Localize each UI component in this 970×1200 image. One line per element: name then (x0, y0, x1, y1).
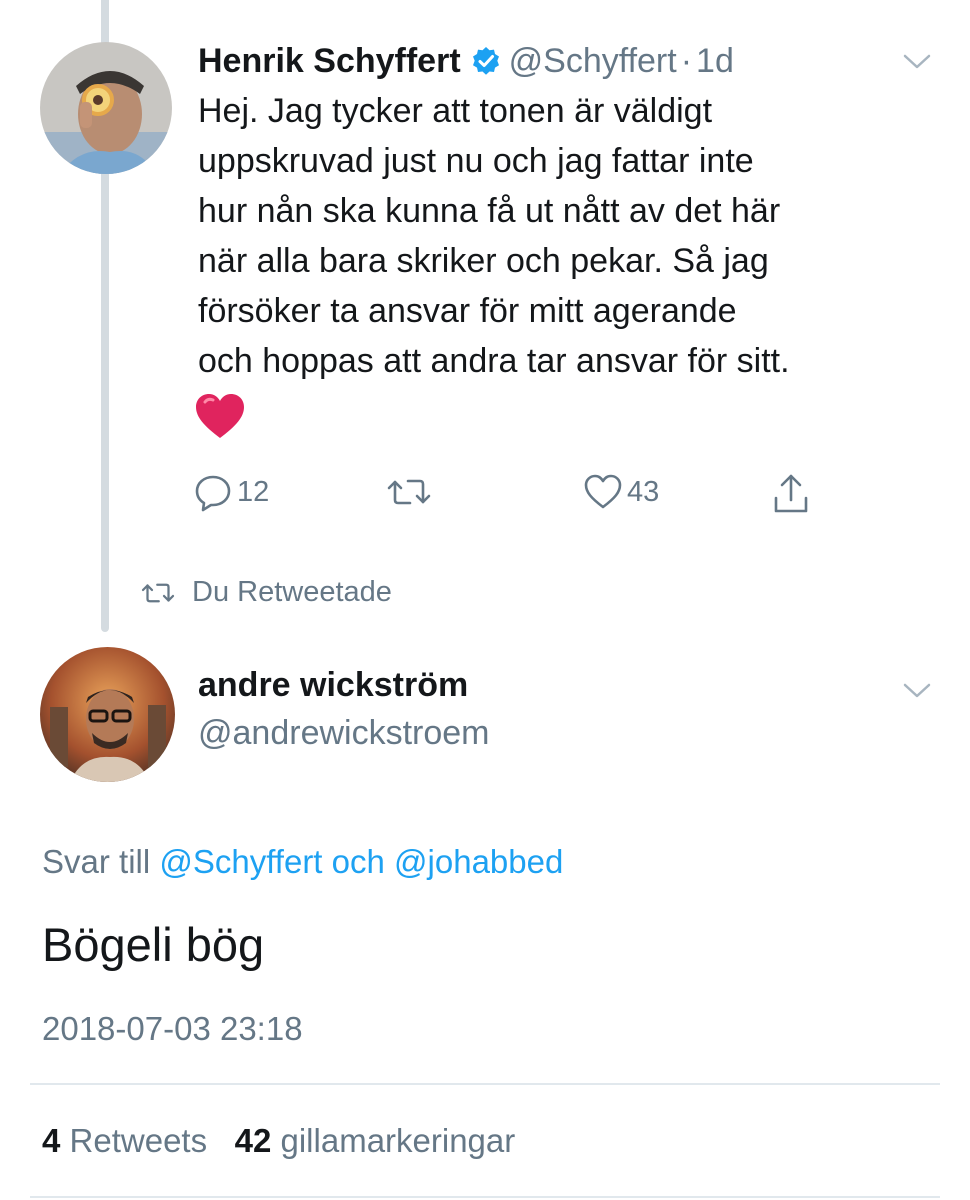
tweet1-author-name[interactable]: Henrik Schyffert (198, 42, 461, 81)
chevron-down-icon[interactable] (902, 52, 932, 72)
mention-link[interactable]: @Schyffert (159, 843, 322, 880)
like-count: 43 (627, 475, 660, 508)
tweet1-line: uppskruvad just nu och jag fattar inte (198, 142, 754, 180)
retweet-icon (387, 479, 431, 505)
tweet1-actions: 12 43 (193, 472, 833, 522)
tweet2-handle[interactable]: @andrewickstroem (198, 714, 490, 753)
divider (30, 1083, 940, 1085)
like-label: gillamarkeringar (280, 1122, 516, 1159)
retweeted-label: Du Retweetade (192, 576, 392, 608)
retweeted-note: Du Retweetade (140, 576, 392, 609)
tweet1-line: hur nån ska kunna få ut nått av det här (198, 192, 781, 230)
tweet1-line: och hoppas att andra tar ansvar för sitt… (198, 342, 790, 380)
mention-link[interactable]: @johabbed (394, 843, 563, 880)
like-button[interactable]: 43 (583, 472, 659, 512)
reply-count: 12 (237, 475, 270, 508)
tweet2-author-name[interactable]: andre wickström (198, 666, 468, 705)
tweet1-time[interactable]: 1d (696, 42, 734, 81)
retweet-small-icon (141, 583, 175, 602)
likes-stat[interactable]: 42 gillamarkeringar (235, 1122, 516, 1159)
reply-button[interactable]: 12 (193, 472, 269, 512)
divider (30, 1196, 940, 1198)
tweet1-handle[interactable]: @Schyffert (509, 42, 677, 81)
retweets-stat[interactable]: 4 Retweets (42, 1122, 207, 1159)
share-icon (774, 474, 808, 513)
tweet2-stats: 4 Retweets 42 gillamarkeringar (42, 1122, 515, 1160)
tweet1-text: Hej. Jag tycker att tonen är väldigt upp… (198, 86, 938, 386)
heart-icon (584, 474, 622, 509)
tweet1-line: när alla bara skriker och pekar. Så jag (198, 242, 769, 280)
retweet-button[interactable] (386, 472, 432, 512)
retweet-label: Retweets (69, 1122, 208, 1159)
tweet2-timestamp: 2018-07-03 23:18 (42, 1010, 303, 1047)
like-count: 42 (234, 1122, 272, 1159)
reply-icon (195, 475, 231, 512)
chevron-down-icon[interactable] (902, 681, 932, 701)
avatar-henrik[interactable] (40, 42, 172, 174)
reply-context: Svar till @Schyffert och @johabbed (42, 843, 563, 881)
tweet2-text: Bögeli bög (42, 918, 265, 971)
separator-dot: · (680, 41, 693, 80)
share-button[interactable] (771, 472, 811, 516)
reply-prefix: Svar till (42, 843, 151, 880)
retweet-count: 4 (42, 1122, 61, 1159)
avatar-andre[interactable] (40, 647, 175, 782)
tweet1-header: Henrik Schyffert @Schyffert · 1d (198, 38, 734, 84)
reply-joiner: och (331, 843, 385, 880)
verified-badge-icon (471, 46, 501, 76)
tweet1-line: Hej. Jag tycker att tonen är väldigt (198, 92, 713, 130)
red-heart-emoji-icon (194, 392, 246, 442)
tweet1-line: försöker ta ansvar för mitt agerande (198, 292, 737, 330)
